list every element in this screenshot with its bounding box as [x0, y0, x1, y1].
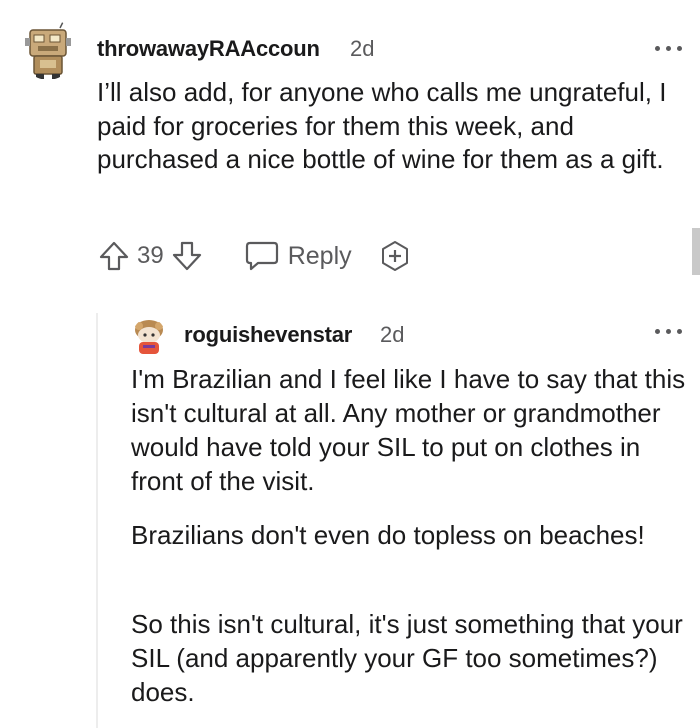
upvote-icon[interactable] [97, 239, 131, 273]
thread-line[interactable] [96, 313, 98, 728]
robot-avatar-icon[interactable] [20, 18, 76, 80]
reply-button[interactable]: Reply [244, 240, 352, 272]
vote-count: 39 [137, 242, 164, 269]
reply-paragraph-2: Brazilians don't even do topless on beac… [131, 520, 645, 550]
reply-paragraph-1: I'm Brazilian and I feel like I have to … [131, 364, 686, 496]
comment-body: I’ll also add, for anyone who calls me u… [97, 77, 667, 174]
reply-timestamp: 2d [380, 322, 405, 347]
more-options-icon[interactable] [655, 43, 682, 53]
reply-paragraph-3: So this isn't cultural, it's just someth… [131, 609, 683, 707]
reply-label: Reply [287, 241, 352, 270]
reply-username[interactable]: roguishevenstar [184, 322, 352, 348]
snoo-avatar-icon[interactable] [132, 318, 166, 356]
comment: throwawayRAAccoun 2d I’ll also add, for … [0, 0, 700, 300]
downvote-icon[interactable] [170, 239, 204, 273]
more-options-icon[interactable] [655, 326, 682, 336]
reply-bubble-icon [244, 240, 280, 272]
comment-timestamp: 2d [350, 36, 375, 61]
award-icon[interactable] [378, 239, 412, 273]
scrollbar-thumb[interactable] [692, 228, 700, 275]
comment-actions: 39 Reply [97, 236, 412, 276]
comment-username[interactable]: throwawayRAAccoun [97, 36, 320, 62]
